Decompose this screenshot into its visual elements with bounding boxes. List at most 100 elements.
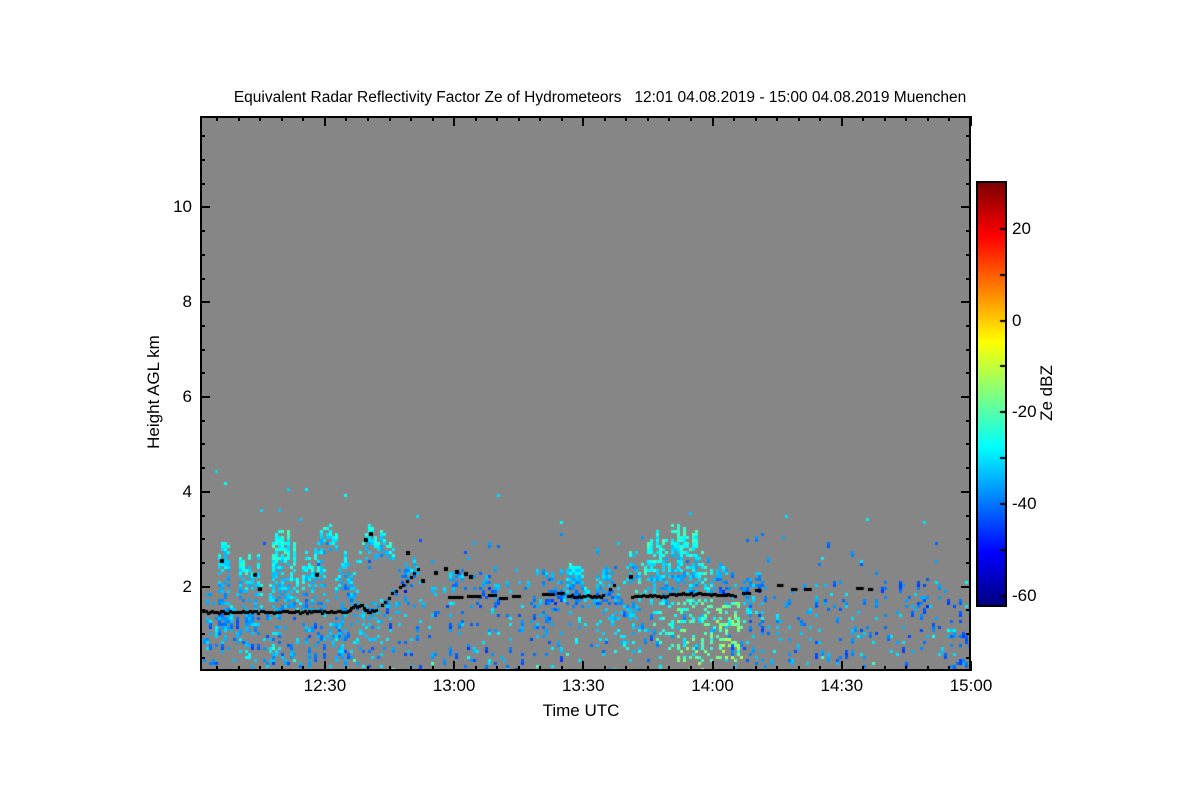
y-axis-tick-right <box>966 443 971 446</box>
x-axis-tick-bottom <box>280 666 283 671</box>
y-axis-tick-right <box>966 538 971 541</box>
x-axis-tick-top <box>431 116 434 121</box>
x-axis-tick-top <box>926 116 929 121</box>
x-axis-tick-top <box>560 116 563 121</box>
y-axis-tick-right <box>966 633 971 636</box>
x-axis-tick-bottom <box>733 666 736 671</box>
y-axis-tick-left <box>200 182 205 185</box>
colorbar-canvas <box>978 183 1005 605</box>
x-axis-tick-top <box>388 116 391 121</box>
x-axis-tick-bottom <box>388 666 391 671</box>
y-axis-tick-right <box>966 514 971 517</box>
y-axis-tick-right <box>966 230 971 233</box>
x-axis-tick-bottom <box>259 666 262 671</box>
x-axis-tick-bottom <box>323 661 326 671</box>
y-axis-tick-left <box>200 135 205 138</box>
y-axis-tick-right <box>961 585 971 588</box>
x-axis-tick-bottom <box>302 666 305 671</box>
x-axis-tick-bottom <box>668 666 671 671</box>
y-axis-tick-left <box>200 609 205 612</box>
y-axis-tick-left <box>200 253 205 256</box>
x-axis-tick-bottom <box>366 666 369 671</box>
x-axis-tick-bottom <box>431 666 434 671</box>
y-axis-tick-right <box>966 467 971 470</box>
radar-heatmap-canvas <box>200 116 971 671</box>
y-axis-tick-left <box>200 490 210 493</box>
x-axis-tick-bottom <box>690 666 693 671</box>
colorbar-tick-label: 20 <box>1012 218 1031 238</box>
x-axis-tick-bottom <box>970 661 972 671</box>
y-axis-tick-right <box>966 324 971 327</box>
x-axis-tick-top <box>280 116 283 121</box>
x-axis-tick-bottom <box>776 666 779 671</box>
x-axis-tick-top <box>517 116 520 121</box>
x-axis-tick-bottom <box>474 666 477 671</box>
x-axis-tick-bottom <box>948 666 951 671</box>
y-axis-tick-left <box>200 656 205 659</box>
y-axis-tick-left <box>200 159 205 162</box>
x-axis-tick-bottom <box>539 666 542 671</box>
page-title: Equivalent Radar Reflectivity Factor Ze … <box>233 89 967 106</box>
x-axis-tick-top <box>625 116 628 121</box>
x-axis-tick-top <box>711 116 714 126</box>
colorbar-tick-label: -40 <box>1012 494 1037 514</box>
y-axis-tick-right <box>966 277 971 280</box>
y-axis-tick-left <box>200 585 210 588</box>
x-axis-tick-bottom <box>819 666 822 671</box>
x-axis-tick-bottom <box>883 666 886 671</box>
y-axis-tick-left <box>200 301 210 304</box>
x-axis-tick-top <box>302 116 305 121</box>
y-axis-tick-right <box>966 372 971 375</box>
x-axis-tick-top <box>776 116 779 121</box>
y-axis-tick-right <box>966 182 971 185</box>
x-axis-tick-bottom <box>237 666 240 671</box>
y-axis-tick-left <box>200 230 205 233</box>
x-axis-title: Time UTC <box>542 701 620 720</box>
y-axis-tick-left <box>200 443 205 446</box>
x-axis-tick-top <box>410 116 413 121</box>
x-axis-tick-top <box>970 116 972 126</box>
colorbar-tick-label: 0 <box>1012 310 1022 330</box>
x-axis-tick-top <box>754 116 757 121</box>
x-axis-tick-top <box>948 116 951 121</box>
y-axis-tick-right <box>961 490 971 493</box>
x-axis-tick-top <box>646 116 649 121</box>
y-axis-tick-right <box>966 656 971 659</box>
x-axis-tick-bottom <box>216 666 219 671</box>
x-axis-tick-bottom <box>646 666 649 671</box>
x-axis-tick-top <box>733 116 736 121</box>
y-axis-tick-left <box>200 206 210 209</box>
x-axis-tick-bottom <box>797 666 800 671</box>
x-axis-tick-bottom <box>862 666 865 671</box>
x-axis-tick-top <box>453 116 456 126</box>
x-axis-tick-bottom <box>603 666 606 671</box>
y-axis-tick-right <box>966 419 971 422</box>
colorbar-tick-label: -20 <box>1012 402 1037 422</box>
x-axis-tick-top <box>474 116 477 121</box>
x-axis-tick-label: 15:00 <box>949 676 993 695</box>
y-axis-tick-left <box>200 514 205 517</box>
x-axis-tick-top <box>323 116 326 126</box>
x-axis-tick-bottom <box>453 661 456 671</box>
radar-plot-page: Equivalent Radar Reflectivity Factor Ze … <box>0 0 1200 800</box>
y-axis-tick-left <box>200 396 210 399</box>
y-axis-tick-left <box>200 561 205 564</box>
x-axis-tick-top <box>905 116 908 121</box>
x-axis-tick-bottom <box>582 661 585 671</box>
y-axis-tick-right <box>961 301 971 304</box>
y-axis-tick-right <box>961 206 971 209</box>
y-axis-tick-left <box>200 538 205 541</box>
y-axis-tick-left <box>200 277 205 280</box>
x-axis-tick-top <box>690 116 693 121</box>
y-axis-tick-left <box>200 633 205 636</box>
x-axis-tick-top <box>539 116 542 121</box>
y-axis-tick-right <box>966 159 971 162</box>
colorbar-tick-label: -60 <box>1012 585 1037 605</box>
x-axis-tick-top <box>603 116 606 121</box>
x-axis-tick-top <box>366 116 369 121</box>
x-axis-tick-top <box>496 116 499 121</box>
x-axis-tick-bottom <box>754 666 757 671</box>
x-axis-tick-top <box>862 116 865 121</box>
y-axis-tick-label: 8 <box>182 292 192 312</box>
x-axis-tick-top <box>819 116 822 121</box>
